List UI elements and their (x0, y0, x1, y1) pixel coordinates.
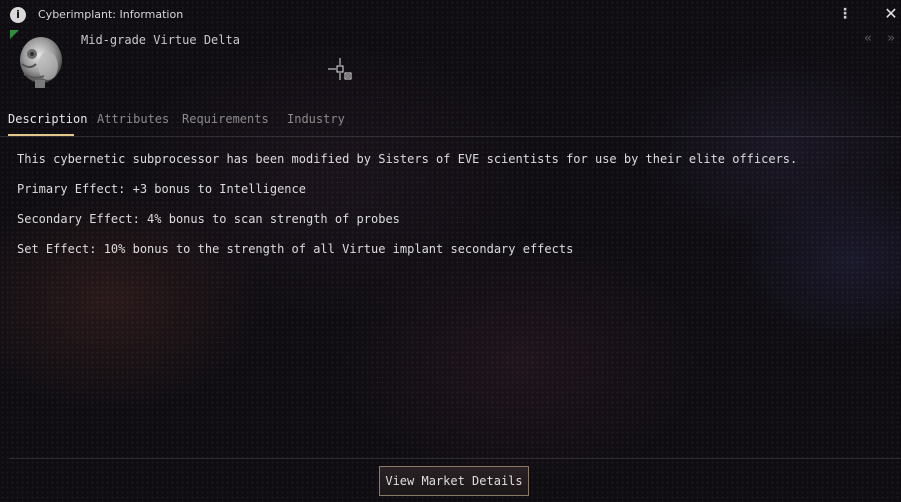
title-bar[interactable]: i Cyberimplant: Information ⋮ ✕ (0, 0, 901, 30)
footer-divider (9, 458, 901, 459)
tab-attributes[interactable]: Attributes (97, 112, 169, 126)
double-chevron-right-icon[interactable]: » (884, 32, 898, 46)
cyberimplant-icon (10, 30, 68, 88)
item-name: Mid-grade Virtue Delta (81, 33, 240, 47)
info-window: i Cyberimplant: Information ⋮ ✕ Mid-grad… (0, 0, 901, 502)
info-icon[interactable]: i (10, 7, 26, 23)
active-tab-underline (8, 134, 74, 136)
secondary-effect-line: Secondary Effect: 4% bonus to scan stren… (17, 212, 400, 226)
tab-description[interactable]: Description (8, 112, 87, 126)
view-market-details-button[interactable]: View Market Details (379, 466, 529, 496)
tab-bar: Description Attributes Requirements Indu… (0, 104, 901, 137)
mouse-cursor-icon (328, 58, 354, 82)
primary-effect-line: Primary Effect: +3 bonus to Intelligence (17, 182, 306, 196)
kebab-menu-icon[interactable]: ⋮ (838, 6, 852, 22)
tab-industry[interactable]: Industry (287, 112, 345, 126)
double-chevron-left-icon[interactable]: « (861, 32, 875, 46)
window-title: Cyberimplant: Information (38, 8, 184, 21)
set-effect-line: Set Effect: 10% bonus to the strength of… (17, 242, 574, 256)
close-icon[interactable]: ✕ (882, 4, 900, 24)
description-paragraph: This cybernetic subprocessor has been mo… (17, 152, 798, 166)
tab-requirements[interactable]: Requirements (182, 112, 269, 126)
